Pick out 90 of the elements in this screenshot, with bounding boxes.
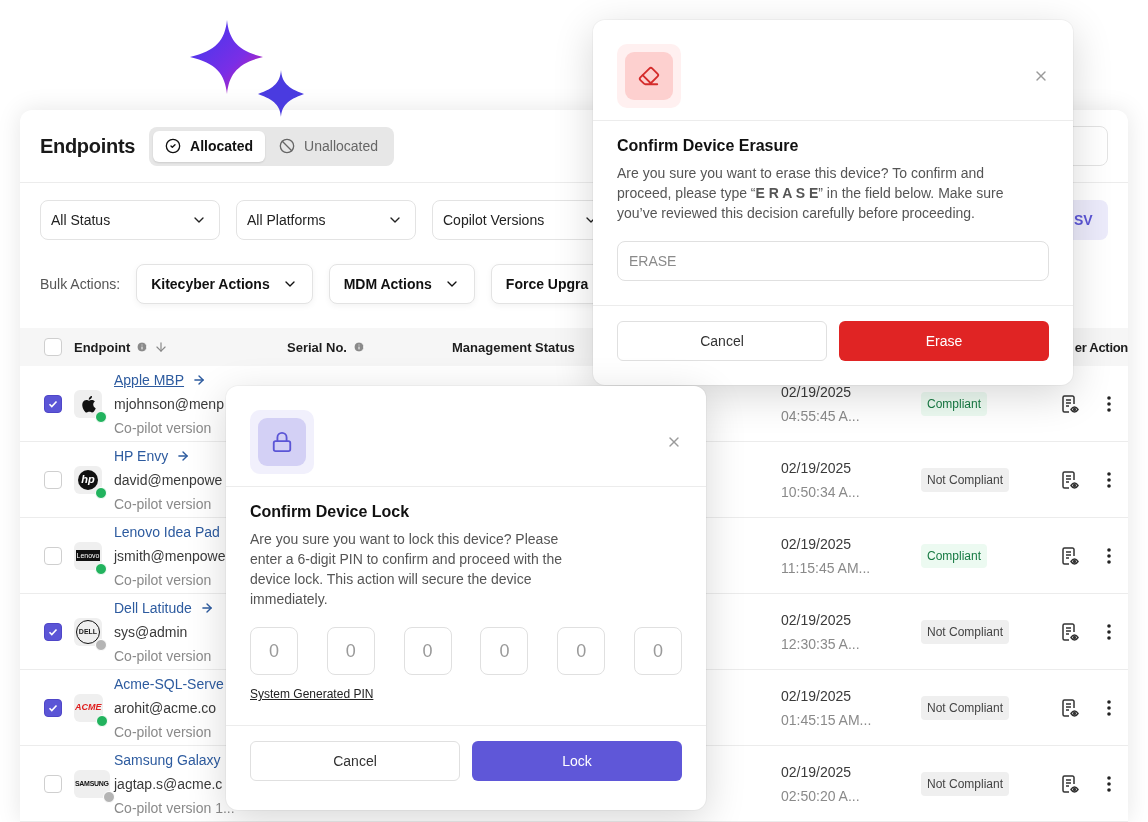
row-checkbox[interactable]	[44, 394, 62, 413]
pin-digit-field[interactable]: 0	[403, 627, 452, 675]
last-seen-time: 04:55:45 A...	[781, 406, 860, 426]
device-link[interactable]: Samsung Galaxy	[114, 751, 221, 768]
ban-icon	[279, 138, 296, 155]
kebab-icon	[1107, 395, 1111, 412]
column-header: Endpoint	[74, 339, 131, 355]
select-all-checkbox[interactable]	[44, 338, 62, 357]
dialog-message: Are you sure you want to erase this device? To confirm and proceed, please type “E R A S E” in the field below. Make sure you’ve reviewed this decision carefully before proceeding.	[617, 164, 1005, 223]
column-header: Serial No.	[287, 339, 347, 355]
column-header: er Action	[1074, 339, 1128, 355]
kebab-icon	[1107, 547, 1111, 564]
cancel-button[interactable]: Cancel	[617, 321, 827, 361]
copilot-version: Co-pilot version 1...	[114, 798, 235, 818]
dialog-title: Confirm Device Lock	[250, 503, 411, 521]
tab[interactable]: Allocated	[153, 130, 266, 162]
brand-logo: ACME	[75, 703, 102, 712]
export-button[interactable]: SV	[1072, 200, 1108, 241]
filter-dropdown[interactable]: All Status	[40, 200, 220, 241]
kebab-icon	[1107, 471, 1111, 488]
kebab-icon	[1107, 699, 1111, 716]
kebab-icon	[1107, 623, 1111, 640]
row-checkbox[interactable]	[44, 622, 62, 641]
system-pin-link[interactable]: System Generated PIN	[250, 687, 374, 701]
cancel-button[interactable]: Cancel	[250, 741, 460, 781]
compliance-badge: Not Compliant	[921, 619, 1010, 644]
user-email: jsmith@menpowe	[114, 546, 226, 566]
info-icon	[136, 341, 149, 354]
last-seen-time: 11:15:45 AM...	[781, 558, 871, 578]
pin-digit-field[interactable]: 0	[326, 627, 375, 675]
device-link[interactable]: Lenovo Idea Pad	[114, 523, 220, 540]
erase-button[interactable]: Erase	[839, 321, 1049, 361]
document-eye-icon	[1060, 393, 1080, 414]
dialog-title: Confirm Device Erasure	[617, 137, 800, 155]
last-seen-date: 02/19/2025	[781, 686, 852, 706]
last-seen-date: 02/19/2025	[781, 762, 852, 782]
last-seen-time: 02:50:20 A...	[781, 786, 860, 806]
pin-digit-field[interactable]: 0	[480, 627, 529, 675]
dialog-message: Are you sure you want to lock this device? Please enter a 6-digit PIN to confirm and proceed with the device lock. This action will secure the device immediately.	[250, 530, 564, 609]
bulk-actions-label: Bulk Actions:	[40, 276, 121, 293]
copilot-version: Co-pilot version	[114, 570, 212, 590]
eraser-icon	[638, 65, 660, 87]
check-circle-icon	[165, 138, 182, 155]
last-seen-date: 02/19/2025	[781, 382, 852, 402]
document-eye-icon	[1060, 773, 1080, 794]
kebab-icon	[1107, 775, 1111, 792]
user-email: mjohnson@menp	[114, 394, 224, 414]
last-seen-time: 01:45:15 AM...	[781, 710, 872, 730]
document-eye-icon	[1060, 621, 1080, 642]
copilot-version: Co-pilot version	[114, 494, 212, 514]
last-seen-date: 02/19/2025	[781, 534, 852, 554]
lock-button[interactable]: Lock	[472, 741, 682, 781]
pin-digit-field[interactable]: 0	[557, 627, 606, 675]
compliance-badge: Not Compliant	[921, 771, 1010, 796]
document-eye-icon	[1060, 545, 1080, 566]
last-seen-date: 02/19/2025	[781, 458, 852, 478]
device-link[interactable]: Acme-SQL-Serve	[114, 675, 224, 692]
pin-digit-field[interactable]: 0	[634, 627, 682, 675]
tab[interactable]: Unallocated	[267, 130, 391, 162]
filter-dropdown[interactable]: All Platforms	[236, 200, 416, 241]
page-title: Endpoints	[40, 134, 136, 158]
compliance-badge: Not Compliant	[921, 695, 1010, 720]
bulk-action-dropdown[interactable]: MDM Actions	[328, 264, 475, 305]
column-header: Management Status	[452, 339, 575, 355]
copilot-version: Co-pilot version	[114, 646, 212, 666]
user-email: david@menpowe	[114, 470, 223, 490]
copilot-version: Co-pilot version	[114, 722, 212, 742]
document-eye-icon	[1060, 469, 1080, 490]
confirm-input[interactable]: ERASE	[617, 241, 1049, 281]
apple-icon	[80, 394, 96, 413]
user-email: jagtap.s@acme.c	[114, 774, 223, 794]
lock-icon	[271, 431, 293, 453]
device-link[interactable]: HP Envy	[114, 447, 169, 464]
compliance-badge: Compliant	[921, 543, 988, 568]
document-eye-icon	[1060, 697, 1080, 718]
compliance-badge: Compliant	[921, 391, 988, 416]
last-seen-time: 10:50:34 A...	[781, 482, 860, 502]
user-email: arohit@acme.co	[114, 698, 217, 718]
pin-digit-field[interactable]: 0	[250, 627, 298, 675]
row-checkbox[interactable]	[44, 698, 62, 717]
brand-logo: hp	[78, 469, 98, 490]
user-email: sys@admin	[114, 622, 188, 642]
device-link[interactable]: Dell Latitude	[114, 599, 192, 616]
device-link[interactable]: Apple MBP	[114, 371, 185, 388]
copilot-version: Co-pilot version	[114, 418, 212, 438]
last-seen-date: 02/19/2025	[781, 610, 852, 630]
last-seen-time: 12:30:35 A...	[781, 634, 860, 654]
info-icon	[352, 341, 365, 354]
compliance-badge: Not Compliant	[921, 467, 1010, 492]
bulk-action-dropdown[interactable]: Kitecyber Actions	[136, 264, 313, 305]
